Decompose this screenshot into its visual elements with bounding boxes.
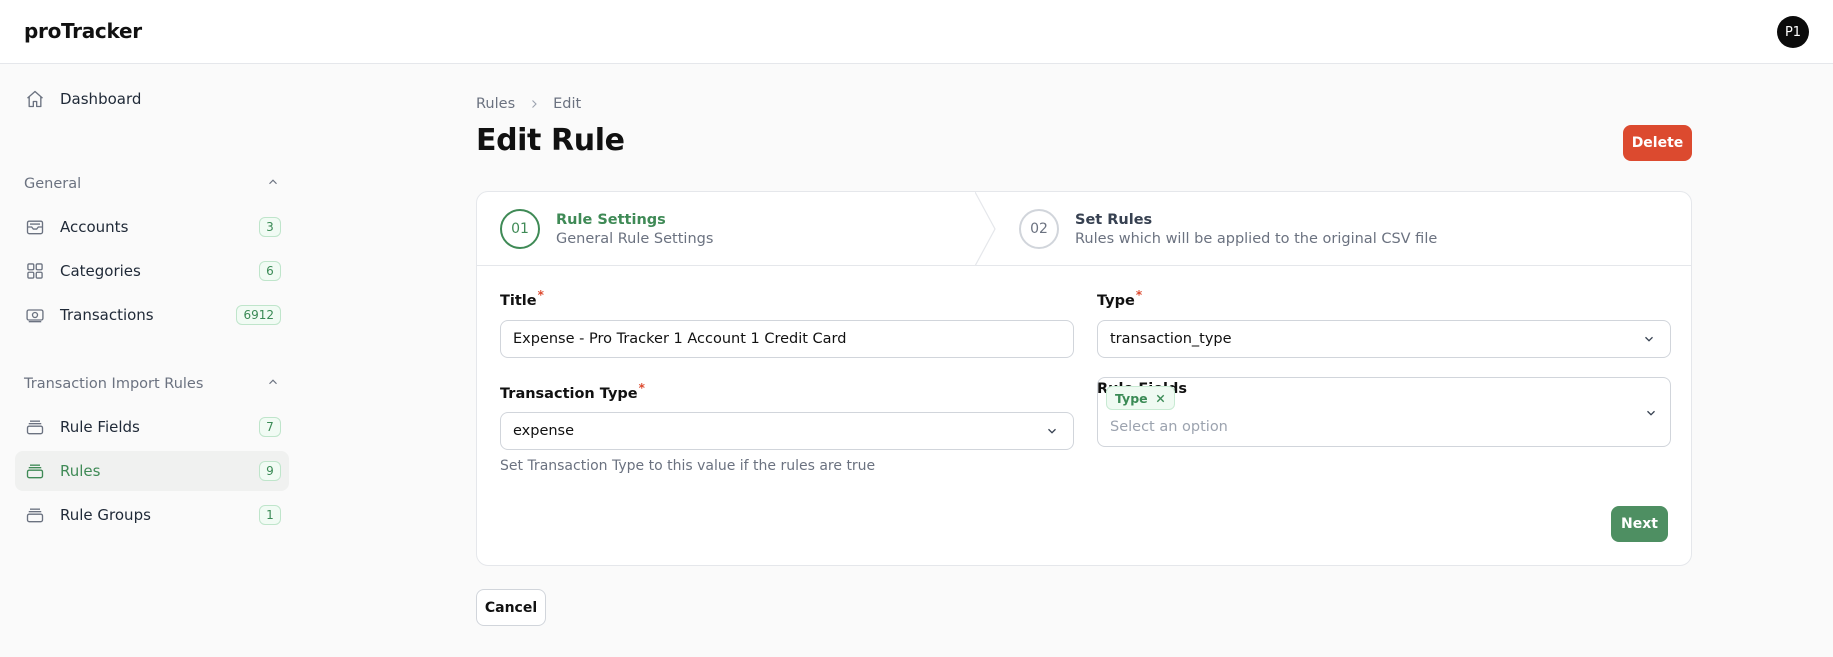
sidebar-group-transaction-import-rules[interactable]: Transaction Import Rules — [24, 373, 280, 395]
sidebar-item-transactions[interactable]: Transactions 6912 — [15, 295, 289, 335]
step-number: 02 — [1019, 209, 1059, 249]
transaction-type-label: Transaction Type* — [500, 381, 645, 402]
chevron-right-icon — [528, 98, 540, 110]
type-select-value: transaction_type — [1110, 331, 1232, 347]
sidebar-group-label: General — [24, 176, 82, 192]
count-badge: 3 — [259, 217, 281, 237]
required-mark: * — [1135, 288, 1143, 302]
transaction-type-select[interactable]: expense — [500, 412, 1074, 450]
sidebar-item-rule-groups[interactable]: Rule Groups 1 — [15, 495, 289, 535]
chevron-up-icon — [266, 375, 280, 393]
step-divider — [975, 192, 996, 266]
count-badge: 7 — [259, 417, 281, 437]
step-title: Rule Settings — [556, 211, 666, 228]
selected-chip: Type — [1106, 386, 1175, 410]
page-title: Edit Rule — [476, 123, 625, 158]
sidebar-item-label: Rules — [60, 462, 101, 480]
grid-icon — [24, 260, 46, 282]
sidebar-item-dashboard[interactable]: Dashboard — [15, 79, 289, 119]
brand-logo[interactable]: proTracker — [24, 19, 142, 43]
title-input-value: Expense - Pro Tracker 1 Account 1 Credit… — [513, 331, 847, 347]
count-badge: 1 — [259, 505, 281, 525]
chevron-down-icon — [1640, 330, 1658, 348]
top-bar: proTracker P1 — [0, 0, 1833, 64]
breadcrumb-link-rules[interactable]: Rules — [476, 96, 515, 112]
count-badge: 9 — [259, 461, 281, 481]
step-title: Set Rules — [1075, 211, 1153, 228]
sidebar-item-rules[interactable]: Rules 9 — [15, 451, 289, 491]
step-number: 01 — [500, 209, 540, 249]
sidebar: Dashboard General Accounts 3 Categories … — [0, 65, 300, 657]
type-select[interactable]: transaction_type — [1097, 320, 1671, 358]
stack-icon — [24, 504, 46, 526]
breadcrumb-current: Edit — [553, 96, 582, 112]
required-mark: * — [638, 381, 645, 395]
rule-fields-placeholder: Select an option — [1110, 419, 1228, 435]
step-rule-settings[interactable]: 01 Rule Settings General Rule Settings — [500, 192, 713, 266]
stack-icon — [24, 416, 46, 438]
home-icon — [24, 88, 46, 110]
title-label: Title* — [500, 288, 544, 309]
sidebar-item-label: Rule Fields — [60, 418, 140, 436]
inbox-icon — [24, 216, 46, 238]
sidebar-item-label: Rule Groups — [60, 506, 151, 524]
remove-chip-icon[interactable] — [1155, 393, 1166, 404]
required-mark: * — [537, 288, 544, 302]
delete-button[interactable]: Delete — [1623, 125, 1692, 161]
transaction-type-value: expense — [513, 423, 575, 439]
title-input[interactable]: Expense - Pro Tracker 1 Account 1 Credit… — [500, 320, 1074, 358]
breadcrumb: Rules Edit — [476, 96, 581, 112]
type-label: Type* — [1097, 288, 1143, 309]
count-badge: 6 — [259, 261, 281, 281]
chip-label: Type — [1115, 390, 1148, 406]
sidebar-item-categories[interactable]: Categories 6 — [15, 251, 289, 291]
step-subtitle: General Rule Settings — [556, 230, 714, 247]
sidebar-item-label: Accounts — [60, 218, 129, 236]
sidebar-group-general[interactable]: General — [24, 173, 280, 195]
sidebar-item-rule-fields[interactable]: Rule Fields 7 — [15, 407, 289, 447]
sidebar-item-label: Categories — [60, 262, 141, 280]
sidebar-item-accounts[interactable]: Accounts 3 — [15, 207, 289, 247]
wizard-steps: 01 Rule Settings General Rule Settings 0… — [477, 192, 1691, 266]
chevron-up-icon — [266, 175, 280, 193]
next-button[interactable]: Next — [1611, 506, 1668, 542]
step-subtitle: Rules which will be applied to the origi… — [1075, 230, 1438, 247]
banknote-icon — [24, 304, 46, 326]
step-set-rules[interactable]: 02 Set Rules Rules which will be applied… — [1019, 192, 1437, 266]
chevron-down-icon — [1642, 404, 1660, 422]
count-badge: 6912 — [236, 305, 281, 325]
sidebar-item-label: Transactions — [60, 306, 154, 324]
cancel-button[interactable]: Cancel — [476, 589, 546, 626]
user-avatar[interactable]: P1 — [1777, 16, 1809, 48]
rule-fields-multiselect[interactable]: Type Select an option — [1097, 377, 1671, 447]
sidebar-group-label: Transaction Import Rules — [24, 376, 204, 392]
wizard-card: 01 Rule Settings General Rule Settings 0… — [476, 191, 1692, 566]
sidebar-item-label: Dashboard — [60, 90, 142, 108]
transaction-type-help: Set Transaction Type to this value if th… — [500, 458, 876, 474]
chevron-down-icon — [1043, 422, 1061, 440]
stack-icon — [24, 460, 46, 482]
